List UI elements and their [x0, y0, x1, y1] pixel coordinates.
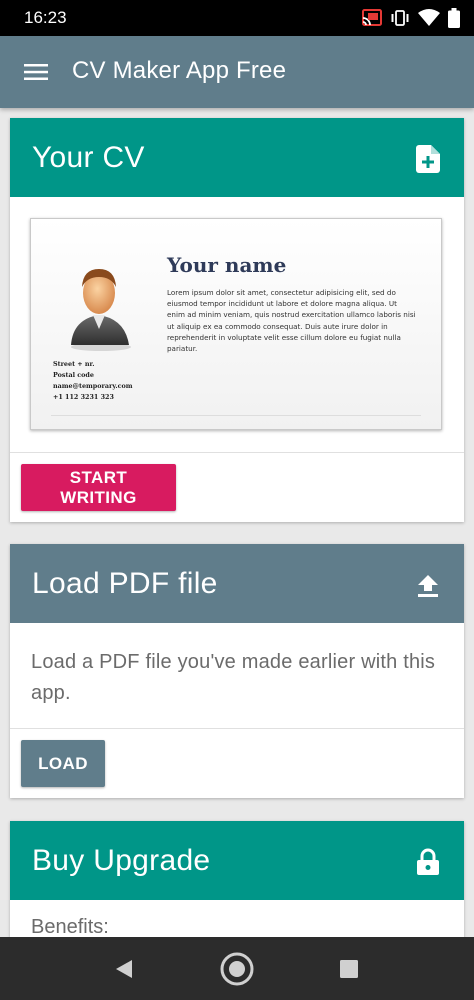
menu-icon[interactable]	[24, 60, 48, 84]
load-pdf-actions: LOAD	[10, 729, 464, 798]
start-writing-button[interactable]: START WRITING	[21, 464, 176, 511]
your-cv-header: Your CV	[10, 118, 464, 197]
vibrate-icon	[391, 10, 409, 26]
home-icon[interactable]	[219, 951, 255, 987]
cv-contact-postal: Postal code	[53, 371, 94, 379]
recents-icon[interactable]	[331, 951, 367, 987]
cast-icon	[362, 9, 382, 26]
back-icon[interactable]	[106, 951, 142, 987]
buy-upgrade-title: Buy Upgrade	[32, 844, 211, 877]
cv-preview-thumbnail[interactable]: Your name Lorem ipsum dolor sit amet, co…	[30, 218, 442, 430]
buy-upgrade-header: Buy Upgrade	[10, 821, 464, 900]
cv-preview-contact: Street + nr. Postal code name@temporary.…	[53, 359, 133, 403]
your-cv-card: Your CV Your name Lorem ipsum dolor sit …	[10, 118, 464, 522]
cv-contact-email: name@temporary.com	[53, 382, 133, 390]
wifi-icon	[418, 9, 440, 26]
load-button[interactable]: LOAD	[21, 740, 105, 787]
navigation-bar	[0, 937, 474, 1000]
load-pdf-header: Load PDF file	[10, 544, 464, 623]
buy-upgrade-card: Buy Upgrade Benefits:	[10, 821, 464, 937]
cv-preview-area: Your name Lorem ipsum dolor sit amet, co…	[10, 197, 464, 453]
status-bar: 16:23	[0, 0, 474, 36]
main-scroll-area[interactable]: Your CV Your name Lorem ipsum dolor sit …	[0, 108, 474, 937]
load-pdf-card: Load PDF file Load a PDF file you've mad…	[10, 544, 464, 798]
avatar-icon	[71, 269, 131, 351]
app-bar: CV Maker App Free	[0, 36, 474, 108]
upload-icon[interactable]	[416, 571, 440, 599]
cv-contact-street: Street + nr.	[53, 360, 95, 368]
your-cv-title: Your CV	[32, 141, 145, 174]
lock-icon[interactable]	[416, 848, 440, 876]
load-pdf-description: Load a PDF file you've made earlier with…	[10, 623, 464, 729]
load-pdf-title: Load PDF file	[32, 567, 218, 600]
app-title: CV Maker App Free	[72, 57, 287, 84]
your-cv-actions: START WRITING	[10, 453, 464, 522]
battery-icon	[448, 8, 460, 28]
cv-contact-phone: +1 112 3231 323	[53, 393, 114, 401]
status-icons	[362, 7, 460, 29]
buy-upgrade-benefits: Benefits:	[31, 916, 109, 937]
cv-preview-name: Your name	[167, 253, 287, 277]
add-document-icon[interactable]	[416, 145, 440, 173]
status-time: 16:23	[24, 8, 67, 27]
cv-preview-divider	[51, 415, 421, 416]
cv-preview-summary: Lorem ipsum dolor sit amet, consectetur …	[167, 288, 416, 354]
